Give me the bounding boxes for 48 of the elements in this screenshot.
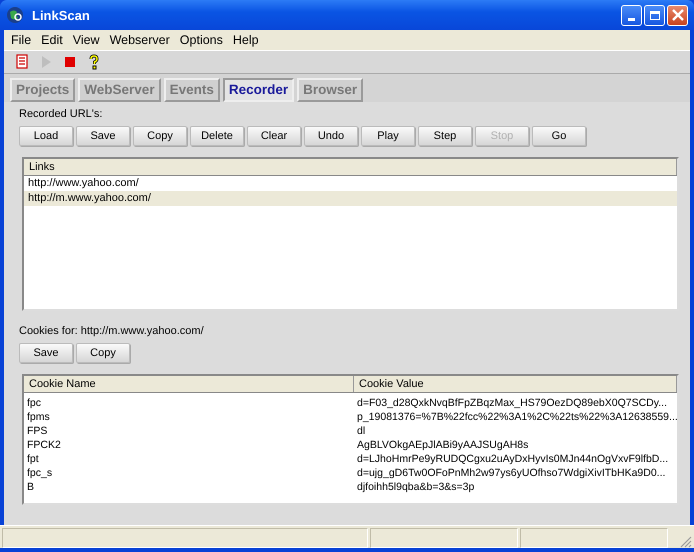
menu-item[interactable]: Help: [228, 33, 264, 47]
menu-item[interactable]: File: [6, 33, 36, 47]
globe-icon: [6, 6, 24, 24]
table-cell-text: FPCK2: [26, 438, 62, 452]
table-cell-text: FPS: [26, 424, 48, 438]
table-cell-text: fpc: [26, 396, 42, 410]
button[interactable]: Copy: [76, 343, 130, 363]
section-label: Cookies for: http://m.www.yahoo.com/: [19, 325, 204, 337]
column-header[interactable]: Links: [24, 159, 677, 175]
resize-grip-icon[interactable]: [680, 536, 692, 548]
window-title: LinkScan: [32, 8, 91, 22]
menu-item[interactable]: Webserver: [104, 33, 175, 47]
maximize-button[interactable]: [644, 4, 665, 26]
button[interactable]: Save: [19, 343, 73, 363]
menu-item[interactable]: Options: [174, 33, 228, 47]
button[interactable]: Delete: [190, 126, 244, 146]
table-cell-text: fpt: [26, 452, 40, 466]
button[interactable]: Play: [361, 126, 415, 146]
button[interactable]: Undo: [304, 126, 358, 146]
table-cell-text: d=F03_d28QxkNvqBfFpZBqzMax_HS79OezDQ89ebX0Q7SCDy...: [356, 396, 668, 410]
column-header[interactable]: Cookie Value: [354, 376, 677, 392]
stop-icon[interactable]: [62, 54, 78, 70]
table-cell-text: djfoihh5l9qba&b=3&s=3p: [356, 480, 476, 494]
list-item[interactable]: http://www.yahoo.com/: [24, 176, 677, 191]
close-button[interactable]: [667, 4, 688, 26]
table-cell-text: dl: [356, 424, 366, 438]
menu-item[interactable]: Edit: [36, 33, 68, 47]
menu-item[interactable]: View: [68, 33, 105, 47]
column-header[interactable]: Cookie Name: [24, 376, 354, 392]
table-cell-text: fpms: [26, 410, 51, 424]
minimize-button[interactable]: [621, 4, 642, 26]
table-cell-text: fpc_s: [26, 466, 54, 480]
table-cell-text: d=ujg_gD6Tw0OFoPnMh2w97ys6yUOfhso7WdgiXivITbHKa9D0...: [356, 466, 666, 480]
table-cell-text: AgBLVOkgAEpJlABi9yAAJSUgAH8s: [356, 438, 530, 452]
close-icon: [672, 9, 684, 21]
list-icon[interactable]: [14, 54, 30, 70]
button[interactable]: Clear: [247, 126, 301, 146]
tab[interactable]: Recorder: [222, 78, 294, 102]
button[interactable]: Copy: [133, 126, 187, 146]
list-item[interactable]: http://m.www.yahoo.com/: [24, 191, 677, 206]
section-label: Recorded URL's:: [19, 108, 102, 120]
button[interactable]: Load: [19, 126, 73, 146]
button[interactable]: Save: [76, 126, 130, 146]
button[interactable]: Step: [418, 126, 472, 146]
table-cell-text: B: [26, 480, 36, 494]
table-cell-text: p_19081376=%7B%22fcc%22%3A1%2C%22ts%22%3A12638559...: [356, 410, 678, 424]
button[interactable]: Go: [532, 126, 586, 146]
table-cell-text: d=LJhoHmrPe9yRUDQCgxu2uAyDxHyvIs0MJn44nOgVxvF9lfbD...: [356, 452, 670, 466]
